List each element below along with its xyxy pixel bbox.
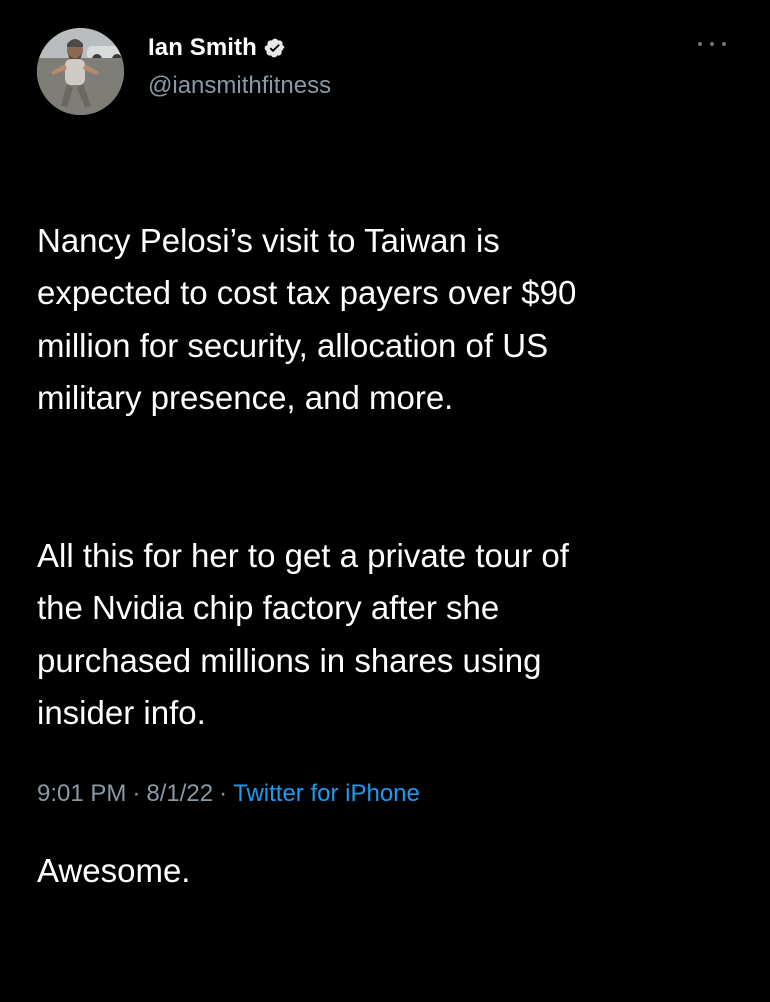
- tweet-paragraph: Nancy Pelosi’s visit to Taiwan is expect…: [37, 221, 577, 417]
- tweet-metadata: 9:01 PM · 8/1/22 · Twitter for iPhone: [37, 780, 420, 808]
- tweet-paragraph: All this for her to get a private tour o…: [37, 536, 569, 732]
- more-dot: [698, 42, 702, 46]
- verified-badge-icon: [264, 37, 286, 59]
- meta-separator: ·: [219, 780, 228, 807]
- tweet-card: Ian Smith @iansmithfitness Nancy Pelosi’…: [0, 0, 770, 889]
- author-handle[interactable]: @iansmithfitness: [148, 72, 331, 100]
- tweet-paragraph: Awesome.: [37, 851, 191, 889]
- author-display-name[interactable]: Ian Smith: [148, 34, 257, 62]
- more-options-icon[interactable]: [698, 38, 726, 50]
- author-name-row[interactable]: Ian Smith: [148, 34, 286, 62]
- avatar-photo: [37, 28, 124, 115]
- tweet-text: Nancy Pelosi’s visit to Taiwan is expect…: [37, 162, 737, 1002]
- more-dot: [710, 42, 714, 46]
- tweet-time[interactable]: 9:01 PM: [37, 780, 126, 807]
- more-dot: [722, 42, 726, 46]
- tweet-source-link[interactable]: Twitter for iPhone: [233, 780, 420, 807]
- tweet-date[interactable]: 8/1/22: [146, 780, 213, 807]
- meta-separator: ·: [132, 780, 141, 807]
- avatar[interactable]: [37, 28, 124, 115]
